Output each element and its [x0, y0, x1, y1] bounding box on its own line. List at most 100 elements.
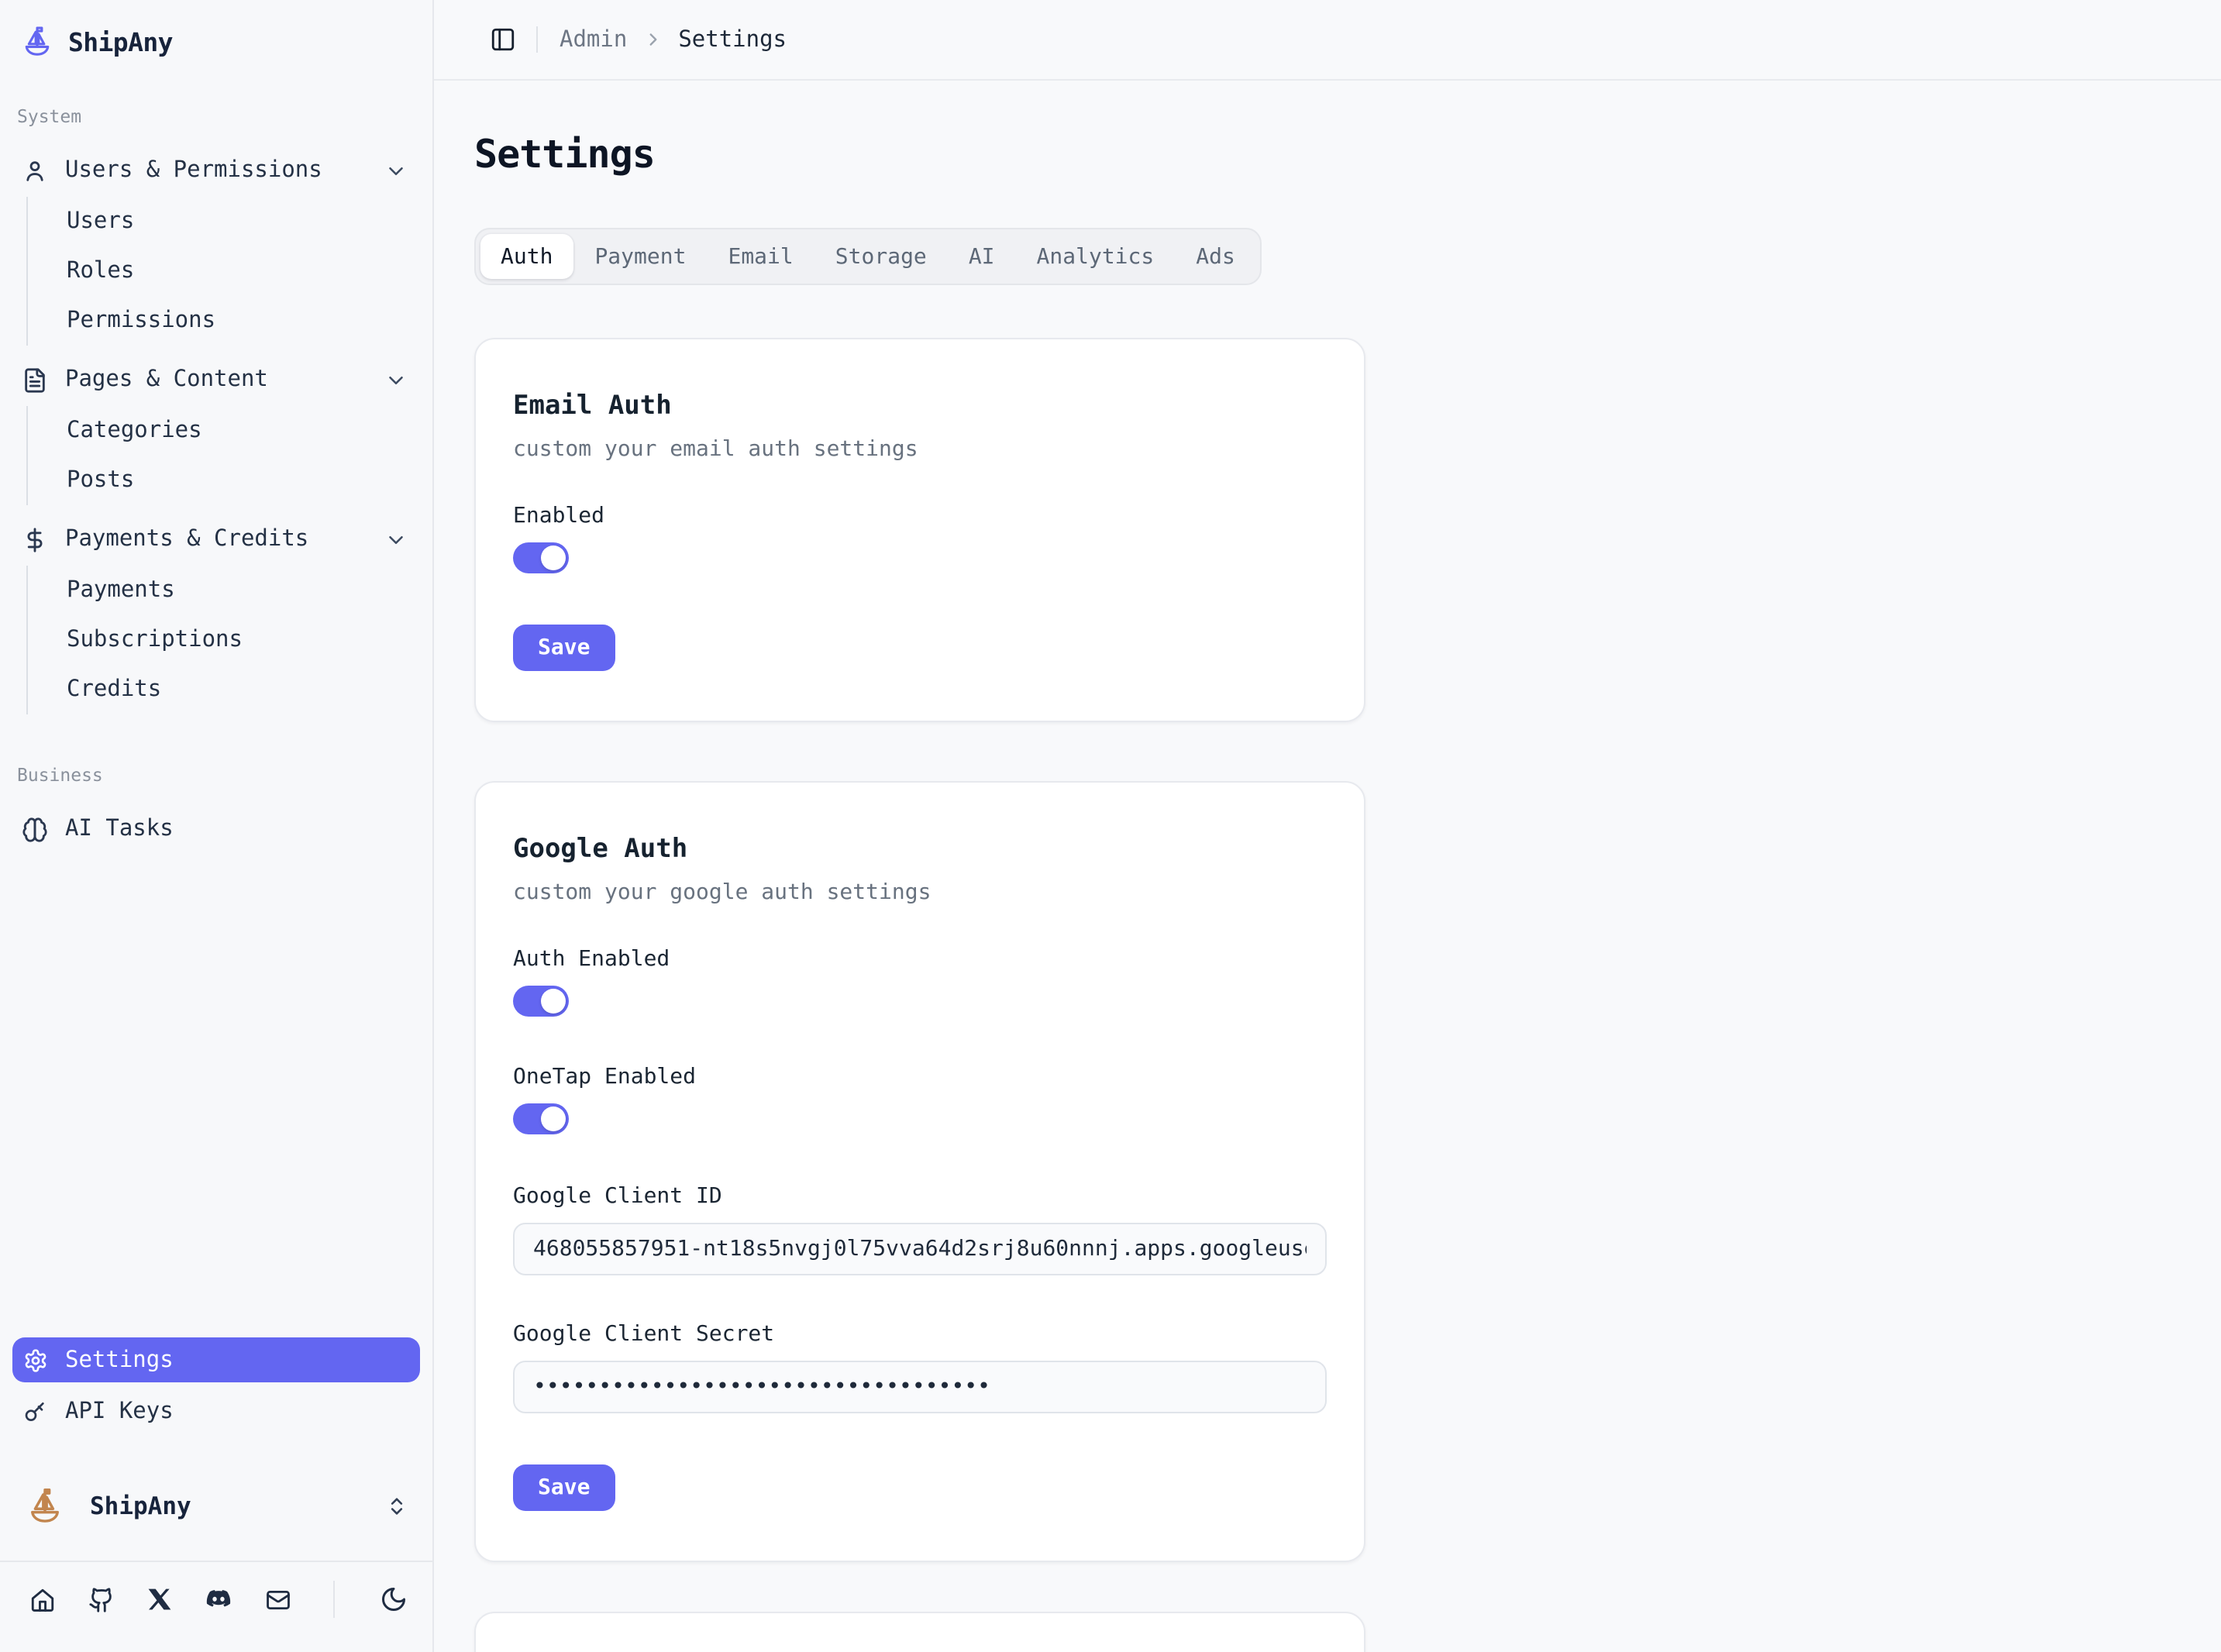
github-icon[interactable] — [88, 1586, 115, 1612]
google-client-secret-input[interactable] — [513, 1361, 1327, 1413]
card-subtitle: custom your google auth settings — [513, 880, 1327, 905]
tab-ai[interactable]: AI — [949, 234, 1015, 279]
sidebar-item-label: Users — [67, 209, 134, 234]
main-area: Admin Settings Settings Auth Payment Ema… — [434, 0, 2221, 1652]
sidebar-item-ai-tasks[interactable]: AI Tasks — [12, 804, 420, 854]
sidebar-item-label: Posts — [67, 468, 134, 493]
x-icon[interactable] — [147, 1587, 172, 1612]
sidebar-nav-system: Users & Permissions Users Roles Permissi… — [12, 146, 420, 724]
workspace-name: ShipAny — [90, 1492, 191, 1520]
save-button[interactable]: Save — [513, 625, 615, 671]
sidebar-item-credits[interactable]: Credits — [67, 665, 420, 714]
google-auth-card: Google Auth custom your google auth sett… — [474, 781, 1365, 1562]
sidebar-item-label: API Keys — [65, 1399, 174, 1423]
tab-analytics[interactable]: Analytics — [1017, 234, 1175, 279]
footer-icon-divider — [333, 1581, 335, 1618]
breadcrumb-admin[interactable]: Admin — [560, 27, 627, 52]
sailboat-icon — [20, 25, 54, 59]
onetap-enabled-label: OneTap Enabled — [513, 1065, 1327, 1089]
card-title: Email Auth — [513, 391, 1327, 422]
sidebar-item-api-keys[interactable]: API Keys — [12, 1389, 420, 1433]
sailboat-icon — [25, 1486, 65, 1526]
chevrons-up-down-icon — [386, 1495, 408, 1517]
mail-icon[interactable] — [265, 1586, 291, 1612]
email-auth-card: Email Auth custom your email auth settin… — [474, 338, 1365, 722]
sidebar-footer-divider — [0, 1561, 432, 1562]
sidebar-item-roles[interactable]: Roles — [67, 246, 420, 296]
sidebar-item-label: Payments & Credits — [65, 527, 308, 552]
topbar-divider — [536, 26, 538, 53]
tab-auth[interactable]: Auth — [480, 234, 573, 279]
github-auth-card: Github Auth custom your github auth sett… — [474, 1612, 1365, 1652]
brand: ShipAny — [12, 15, 420, 68]
key-icon — [23, 1399, 48, 1423]
sidebar-item-label: Payments — [67, 578, 175, 603]
subnav-users-permissions: Users Roles Permissions — [26, 197, 420, 346]
google-client-id-input[interactable] — [513, 1223, 1327, 1275]
dollar-icon — [22, 526, 48, 552]
sidebar-item-permissions[interactable]: Permissions — [67, 296, 420, 346]
users-icon — [22, 157, 48, 184]
sidebar-item-users[interactable]: Users — [67, 197, 420, 246]
subnav-payments-credits: Payments Subscriptions Credits — [26, 566, 420, 714]
sidebar-item-label: Permissions — [67, 308, 215, 333]
card-title: Google Auth — [513, 834, 1327, 865]
sidebar-item-payments-credits[interactable]: Payments & Credits — [12, 515, 420, 564]
sidebar-item-label: Settings — [65, 1347, 174, 1372]
home-icon[interactable] — [29, 1586, 56, 1612]
page-title: Settings — [474, 132, 2221, 177]
chevron-right-icon — [642, 29, 663, 50]
email-enabled-toggle[interactable] — [513, 542, 569, 573]
save-button[interactable]: Save — [513, 1464, 615, 1511]
chevron-down-icon — [384, 528, 408, 551]
sidebar-footer-icons — [12, 1565, 420, 1633]
section-label-system: System — [12, 105, 420, 127]
toggle-knob — [541, 1106, 566, 1131]
brain-icon — [22, 816, 48, 842]
google-client-id-label: Google Client ID — [513, 1184, 1327, 1209]
breadcrumb: Admin Settings — [560, 27, 787, 52]
tab-email[interactable]: Email — [708, 234, 813, 279]
sidebar-item-label: AI Tasks — [65, 817, 174, 841]
tab-ads[interactable]: Ads — [1176, 234, 1255, 279]
card-subtitle: custom your email auth settings — [513, 437, 1327, 462]
section-label-business: Business — [12, 764, 420, 786]
sidebar-nav-business: AI Tasks — [12, 804, 420, 854]
tab-payment[interactable]: Payment — [574, 234, 706, 279]
auth-enabled-label: Auth Enabled — [513, 947, 1327, 972]
sidebar-item-label: Roles — [67, 259, 134, 284]
sidebar-item-categories[interactable]: Categories — [67, 406, 420, 456]
sidebar-item-posts[interactable]: Posts — [67, 456, 420, 505]
sidebar-item-label: Pages & Content — [65, 367, 268, 392]
subnav-pages-content: Categories Posts — [26, 406, 420, 505]
brand-name: ShipAny — [68, 27, 173, 57]
tab-storage[interactable]: Storage — [815, 234, 947, 279]
google-auth-enabled-toggle[interactable] — [513, 986, 569, 1017]
panel-left-icon[interactable] — [490, 26, 516, 53]
sidebar-item-label: Subscriptions — [67, 628, 243, 652]
file-text-icon — [22, 367, 48, 393]
sidebar-item-users-permissions[interactable]: Users & Permissions — [12, 146, 420, 195]
sidebar-item-payments[interactable]: Payments — [67, 566, 420, 615]
sidebar-item-label: Categories — [67, 418, 202, 443]
settings-tabs: Auth Payment Email Storage AI Analytics … — [474, 228, 1262, 285]
sidebar-item-label: Users & Permissions — [65, 158, 322, 183]
gear-icon — [23, 1347, 48, 1372]
settings-content: Settings Auth Payment Email Storage AI A… — [434, 81, 2221, 1652]
discord-icon[interactable] — [205, 1585, 232, 1613]
moon-icon[interactable] — [380, 1585, 408, 1613]
toggle-knob — [541, 989, 566, 1014]
sidebar: ShipAny System Users & Permissions Users… — [0, 0, 434, 1652]
chevron-down-icon — [384, 368, 408, 391]
google-onetap-toggle[interactable] — [513, 1103, 569, 1134]
sidebar-bottom-nav: Settings API Keys — [12, 1337, 420, 1433]
topbar: Admin Settings — [434, 0, 2221, 81]
workspace-switcher[interactable]: ShipAny — [12, 1474, 420, 1539]
sidebar-item-settings[interactable]: Settings — [12, 1337, 420, 1382]
google-client-secret-label: Google Client Secret — [513, 1322, 1327, 1347]
sidebar-item-pages-content[interactable]: Pages & Content — [12, 355, 420, 404]
sidebar-item-subscriptions[interactable]: Subscriptions — [67, 615, 420, 665]
enabled-label: Enabled — [513, 504, 1327, 528]
chevron-down-icon — [384, 159, 408, 182]
app-viewport: ShipAny System Users & Permissions Users… — [0, 0, 2221, 1652]
